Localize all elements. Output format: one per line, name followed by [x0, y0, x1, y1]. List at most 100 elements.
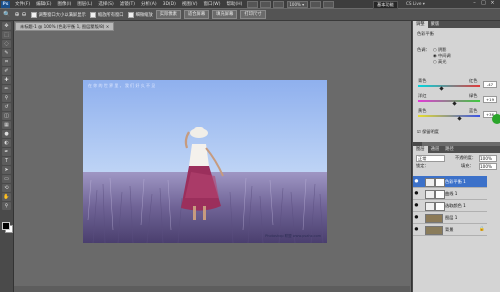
type-tool-icon[interactable]: T [2, 157, 11, 165]
resize-windows-checkbox[interactable] [30, 11, 37, 18]
shape-tool-icon[interactable]: ▭ [2, 175, 11, 183]
workspace-switcher[interactable]: 基本功能 [373, 1, 398, 9]
adjustment-layer-thumbnail [425, 202, 435, 211]
menu-select[interactable]: 选择(S) [95, 1, 116, 7]
close-button[interactable]: × [488, 0, 497, 7]
dodge-tool-icon[interactable]: ◐ [2, 139, 11, 147]
eraser-tool-icon[interactable]: ◫ [2, 112, 11, 120]
tab-paths[interactable]: 路径 [442, 146, 457, 153]
layer-mask-thumbnail[interactable] [435, 202, 445, 211]
arrange-documents-button[interactable] [310, 0, 322, 8]
bridge-button[interactable] [247, 0, 259, 8]
gradient-tool-icon[interactable]: ▦ [2, 121, 11, 129]
clone-stamp-tool-icon[interactable]: ⚲ [2, 94, 11, 102]
zoom-tool-icon[interactable]: ⚲ [2, 202, 11, 210]
path-selection-tool-icon[interactable]: ➤ [2, 166, 11, 174]
menu-layer[interactable]: 图层(L) [74, 1, 95, 7]
zoom-tool-icon: 🔍 [3, 11, 11, 18]
eyedropper-tool-icon[interactable]: ✐ [2, 67, 11, 75]
scrubby-zoom-option[interactable]: 细微缩放 [127, 11, 153, 18]
layer-row-layer-1[interactable]: ● 图层 1 [413, 212, 487, 224]
brush-tool-icon[interactable]: ✏ [2, 85, 11, 93]
photoshop-logo: Ps [1, 0, 10, 8]
visibility-eye-icon[interactable]: ● [414, 191, 419, 196]
layer-row-background[interactable]: ● 背景 🔒 [413, 224, 487, 236]
zoom-all-windows-checkbox[interactable] [89, 11, 96, 18]
foreground-color-swatch[interactable] [2, 222, 10, 230]
photo-canvas[interactable]: 在 你 的 世 界 里 ， 我 们 好 久 不 见 Photoshop 联盟 w… [83, 80, 327, 243]
tab-adjustments[interactable]: 调整 [413, 21, 428, 28]
zoom-all-windows-option[interactable]: 缩放所有窗口 [89, 11, 124, 18]
layer-row-color-balance[interactable]: ● 色彩平衡 1 [413, 176, 487, 188]
menu-edit[interactable]: 编辑(E) [33, 1, 54, 7]
fit-screen-button[interactable]: 适合屏幕 [183, 10, 210, 19]
document-tab[interactable]: 未标题-1 @ 100% (色彩平衡 1, 图层蒙版/8) × [15, 22, 115, 31]
visibility-eye-icon[interactable]: ● [414, 179, 419, 184]
cyan-red-slider[interactable] [418, 85, 480, 87]
adjustment-layer-thumbnail [425, 190, 435, 199]
floating-assistant-icon[interactable] [492, 114, 500, 124]
magenta-green-slider-thumb[interactable] [452, 101, 457, 106]
scrubby-zoom-checkbox[interactable] [127, 11, 134, 18]
menu-window[interactable]: 窗口(W) [200, 1, 223, 7]
actual-pixels-button[interactable]: 实际像素 [155, 10, 181, 19]
slider-magenta-label: 洋红 [418, 93, 427, 98]
zoom-level-select[interactable]: 100% ▾ [287, 0, 309, 8]
layer-row-curves[interactable]: ● 曲线 1 [413, 188, 487, 200]
menu-view[interactable]: 视图(V) [179, 1, 201, 7]
3d-rotate-tool-icon[interactable]: ⟲ [2, 184, 11, 192]
yellow-blue-slider-thumb[interactable] [457, 116, 462, 121]
layer-thumbnail [425, 214, 443, 223]
menu-filter[interactable]: 滤镜(T) [117, 1, 138, 7]
menu-file[interactable]: 文件(F) [12, 1, 33, 7]
pen-tool-icon[interactable]: ✒ [2, 148, 11, 156]
cyan-red-slider-thumb[interactable] [439, 86, 444, 91]
extras-button[interactable] [273, 0, 285, 8]
hand-tool-icon[interactable]: ✋ [2, 193, 11, 201]
fill-screen-button[interactable]: 填充屏幕 [212, 10, 238, 19]
zoom-in-icon[interactable]: ⊕ [14, 11, 19, 18]
yellow-blue-slider[interactable] [418, 115, 480, 117]
marquee-tool-icon[interactable]: ⬚ [2, 31, 11, 39]
fill-field[interactable]: 100% [479, 163, 497, 170]
cyan-red-value[interactable]: -47 [483, 81, 497, 88]
magenta-green-value[interactable]: +19 [483, 96, 497, 103]
history-brush-tool-icon[interactable]: ↺ [2, 103, 11, 111]
crop-tool-icon[interactable]: ⌗ [2, 58, 11, 66]
mini-bridge-button[interactable] [260, 0, 272, 8]
photo-watermark: Photoshop 联盟 www.psahz.com [265, 234, 321, 238]
blend-mode-select[interactable]: 正常 [416, 155, 445, 162]
tone-highlights-option[interactable]: ○ 高光 [433, 59, 446, 65]
menu-analysis[interactable]: 分析(A) [138, 1, 160, 7]
quick-select-tool-icon[interactable]: ✎ [2, 49, 11, 57]
minimize-button[interactable]: – [470, 0, 479, 7]
magenta-green-slider[interactable] [418, 100, 480, 102]
tab-layers[interactable]: 图层 [413, 146, 428, 153]
healing-brush-tool-icon[interactable]: ✚ [2, 76, 11, 84]
screen-mode-button[interactable] [323, 0, 335, 8]
menu-help[interactable]: 帮助(H) [223, 1, 245, 7]
layer-row-selective-color[interactable]: ● 选取颜色 1 [413, 200, 487, 212]
lock-icon: 🔒 [479, 227, 485, 232]
maximize-button[interactable]: □ [479, 0, 488, 7]
lock-label: 锁定： [416, 163, 429, 168]
opacity-field[interactable]: 100% [479, 155, 497, 162]
visibility-eye-icon[interactable]: ● [414, 203, 419, 208]
resize-windows-option[interactable]: 调整窗口大小以满屏显示 [30, 11, 86, 18]
tab-masks[interactable]: 蒙版 [428, 21, 443, 28]
layer-mask-thumbnail[interactable] [435, 190, 445, 199]
layer-mask-thumbnail[interactable] [435, 178, 445, 187]
visibility-eye-icon[interactable]: ● [414, 227, 419, 232]
blur-tool-icon[interactable]: ● [2, 130, 11, 138]
move-tool-icon[interactable]: ✥ [2, 22, 11, 30]
photo-caption: 在 你 的 世 界 里 ， 我 们 好 久 不 见 [88, 83, 156, 88]
menu-image[interactable]: 图像(I) [54, 1, 74, 7]
preserve-luminosity-option[interactable]: ☑ 保留明度 [417, 129, 439, 135]
tab-channels[interactable]: 通道 [428, 146, 443, 153]
cs-live-button[interactable]: CS Live ▾ [404, 1, 427, 7]
menu-3d[interactable]: 3D(D) [160, 2, 179, 7]
visibility-eye-icon[interactable]: ● [414, 215, 419, 220]
zoom-out-icon[interactable]: ⊖ [22, 11, 27, 18]
print-size-button[interactable]: 打印尺寸 [240, 10, 266, 19]
lasso-tool-icon[interactable]: ◌ [2, 40, 11, 48]
